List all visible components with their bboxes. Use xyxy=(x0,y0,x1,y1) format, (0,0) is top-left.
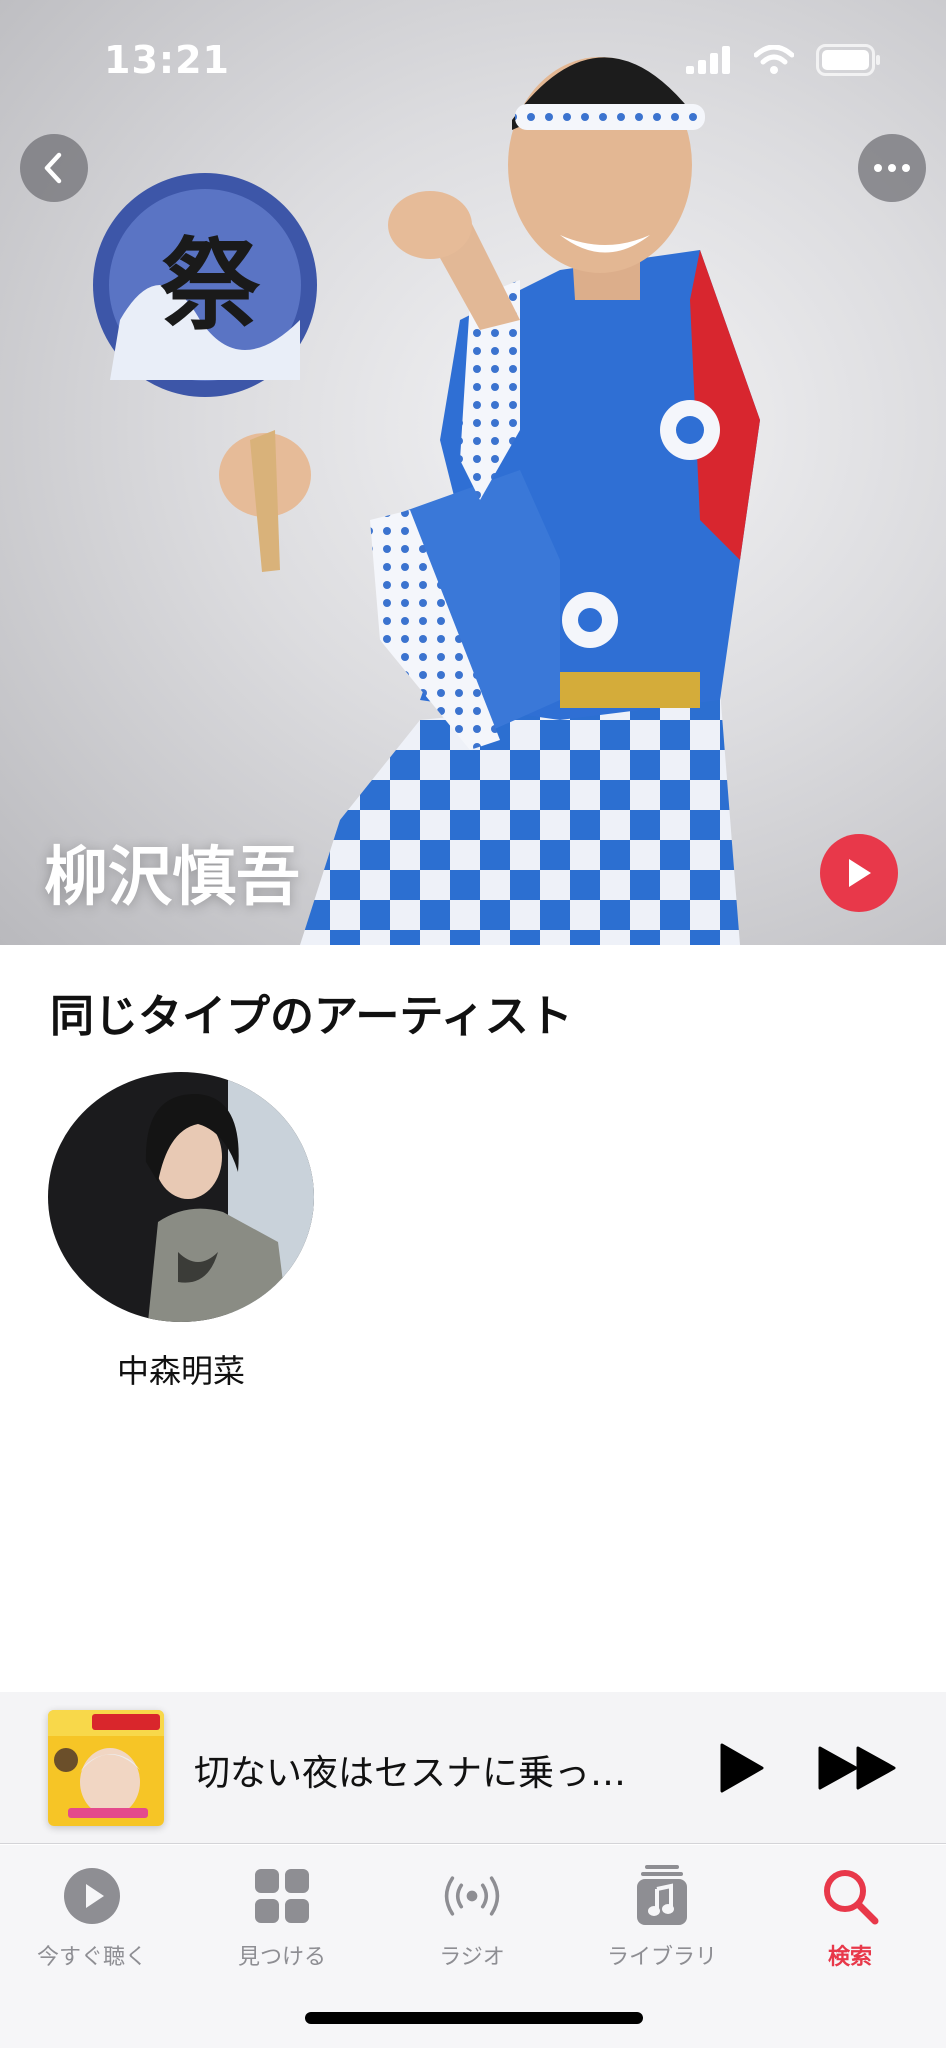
artist-photo: 祭 xyxy=(93,57,760,945)
tab-label: 今すぐ聴く xyxy=(36,1945,147,1970)
artist-hero: 祭 13:21 柳沢慎吾 xyxy=(0,0,946,945)
similar-artist-name: 中森明菜 xyxy=(116,1352,245,1390)
status-bar: 13:21 xyxy=(0,0,946,120)
grid-icon xyxy=(255,1869,309,1923)
tab-label: ラジオ xyxy=(439,1945,505,1970)
mini-play-button[interactable] xyxy=(712,1740,768,1796)
now-playing-artwork xyxy=(48,1710,164,1826)
tab-label: ライブラリ xyxy=(606,1945,717,1970)
tab-radio[interactable]: ラジオ xyxy=(382,1863,562,1971)
status-time: 13:21 xyxy=(104,38,230,82)
artist-name: 柳沢慎吾 xyxy=(44,841,300,915)
skip-forward-button[interactable] xyxy=(816,1740,900,1796)
home-indicator[interactable] xyxy=(305,2012,643,2024)
tab-listen-now[interactable]: 今すぐ聴く xyxy=(2,1863,182,1971)
now-playing-title: 切ない夜はセスナに乗っ… xyxy=(194,1753,627,1794)
music-note-stack-icon xyxy=(637,1865,687,1925)
more-options-button[interactable] xyxy=(858,134,926,202)
search-icon xyxy=(824,1870,879,1925)
back-button[interactable] xyxy=(20,134,88,202)
similar-artist-card[interactable]: 中森明菜 xyxy=(48,1072,318,1392)
wifi-icon xyxy=(754,45,794,74)
avatar xyxy=(48,1072,314,1322)
tab-label: 見つける xyxy=(237,1945,326,1970)
forward-icon xyxy=(818,1746,896,1790)
play-artist-button[interactable] xyxy=(820,834,898,912)
play-icon xyxy=(720,1743,764,1793)
mini-player[interactable]: 切ない夜はセスナに乗っ… xyxy=(0,1692,946,1844)
cellular-signal-icon xyxy=(686,46,730,74)
tab-search[interactable]: 検索 xyxy=(760,1863,940,1971)
fan-glyph: 祭 xyxy=(160,227,261,344)
chevron-left-icon xyxy=(44,152,62,184)
similar-artists-title: 同じタイプのアーティスト xyxy=(50,991,573,1042)
artist-page: 祭 13:21 柳沢慎吾 同じタイプのアーティスト 中森明菜 切ない夜はセスナに… xyxy=(0,0,946,2048)
tab-library[interactable]: ライブラリ xyxy=(572,1863,752,1971)
tab-label: 検索 xyxy=(827,1945,872,1970)
ellipsis-icon xyxy=(874,164,910,172)
radio-waves-icon xyxy=(444,1876,500,1916)
battery-icon xyxy=(816,44,880,76)
status-icons xyxy=(686,44,882,76)
play-circle-icon xyxy=(64,1868,120,1924)
play-icon xyxy=(849,859,871,887)
tab-browse[interactable]: 見つける xyxy=(192,1863,372,1971)
